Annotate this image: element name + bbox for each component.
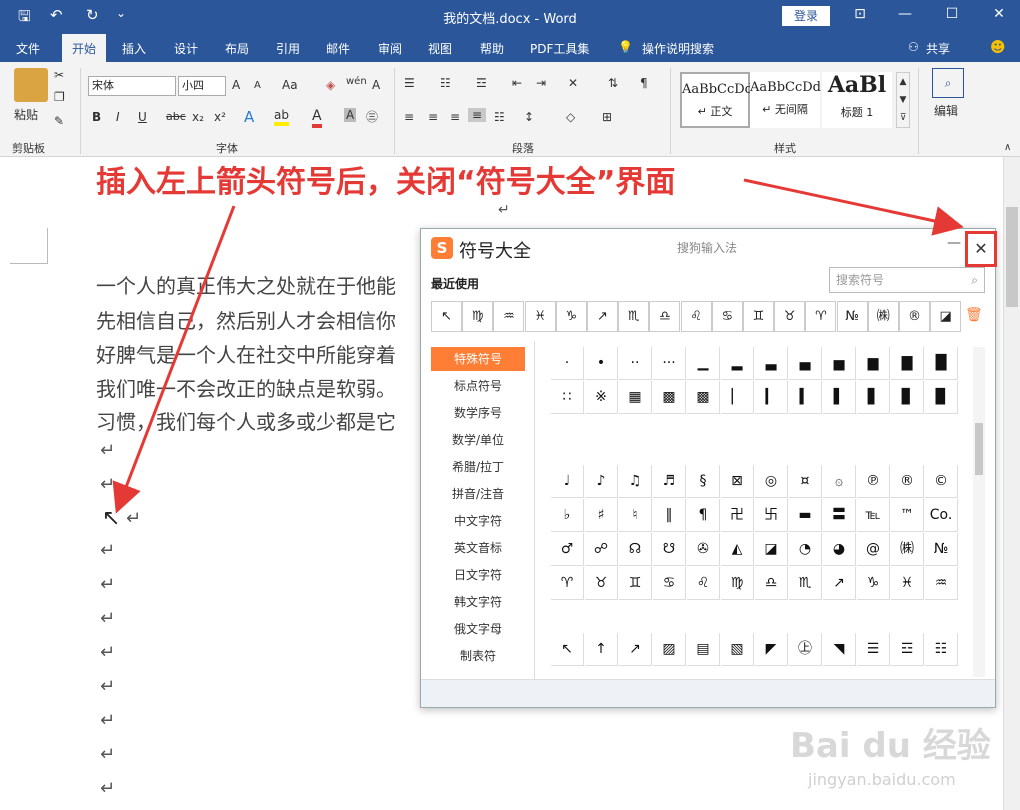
annotation-arrows [112,178,964,514]
arrow-to-symbol [112,205,236,514]
arrow-to-close [743,178,964,236]
